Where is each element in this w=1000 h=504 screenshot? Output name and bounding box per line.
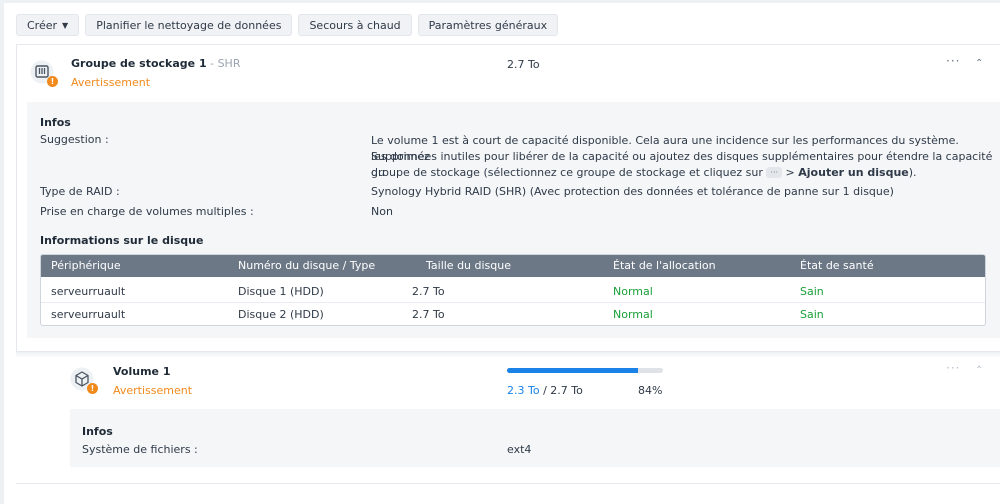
volume-status: Avertissement: [113, 384, 193, 397]
table-cell-device: serveurruault: [51, 308, 126, 321]
table-cell-allocation: Normal: [613, 308, 653, 321]
infos-heading: Infos: [40, 116, 71, 129]
storage-pool-more-icon[interactable]: ···: [946, 54, 960, 68]
file-system-value: ext4: [507, 443, 532, 456]
header-device[interactable]: Périphérique: [51, 259, 121, 272]
volume-usage-fill: [507, 368, 639, 373]
window-left-edge: [0, 0, 4, 504]
volume-infos-heading: Infos: [82, 425, 113, 438]
file-system-label: Système de fichiers :: [82, 443, 198, 456]
create-button[interactable]: Créer ▼: [16, 14, 80, 36]
disk-info-heading: Informations sur le disque: [40, 234, 204, 247]
header-disk-size[interactable]: Taille du disque: [426, 259, 511, 272]
table-cell-health: Sain: [800, 308, 824, 321]
suggestion-line-3: groupe de stockage (sélectionnez ce grou…: [371, 165, 917, 181]
volume-total: 2.7 To: [550, 384, 583, 397]
volume-used: 2.3 To: [507, 384, 540, 397]
table-cell-size: 2.7 To: [412, 308, 445, 321]
raid-type-value: Synology Hybrid RAID (SHR) (Avec protect…: [371, 185, 894, 198]
storage-pool-raid-type: - SHR: [206, 57, 241, 70]
volume-info-area: [70, 409, 1000, 467]
warning-badge-icon: !: [87, 383, 98, 394]
chevron-up-icon[interactable]: ⌃: [975, 58, 983, 69]
suggestion-label: Suggestion :: [40, 133, 109, 146]
table-header: Périphérique Numéro du disque / Type Tai…: [41, 255, 985, 277]
schedule-scrub-button[interactable]: Planifier le nettoyage de données: [85, 14, 293, 36]
storage-pool-capacity: 2.7 To: [507, 58, 540, 71]
volume-more-icon[interactable]: ···: [946, 361, 960, 375]
disk-table: Périphérique Numéro du disque / Type Tai…: [40, 254, 986, 326]
more-actions-icon: ···: [766, 167, 783, 178]
panel-divider: [16, 352, 1000, 358]
storage-pool-title[interactable]: Groupe de stockage 1 - SHR: [71, 57, 240, 70]
section-bottom-border: [16, 483, 1000, 484]
storage-pool-name: Groupe de stockage 1: [71, 57, 207, 70]
table-cell-disk: Disque 2 (HDD): [238, 308, 324, 321]
general-settings-button[interactable]: Paramètres généraux: [417, 14, 559, 36]
suggestion-line-3-text: groupe de stockage (sélectionnez ce grou…: [371, 166, 767, 179]
header-disk-number[interactable]: Numéro du disque / Type: [238, 259, 375, 272]
toolbar: Créer ▼ Planifier le nettoyage de données…: [16, 14, 559, 38]
volume-usage-text: 2.3 To / 2.7 To: [507, 384, 583, 397]
table-cell-health: Sain: [800, 285, 824, 298]
volume-title[interactable]: Volume 1: [113, 365, 170, 378]
table-cell-disk: Disque 1 (HDD): [238, 285, 324, 298]
header-allocation-status[interactable]: État de l'allocation: [613, 259, 716, 272]
chevron-up-icon[interactable]: ⌃: [975, 365, 983, 376]
multi-volume-label: Prise en charge de volumes multiples :: [40, 205, 254, 218]
storage-pool-status: Avertissement: [71, 76, 151, 89]
hot-spare-button[interactable]: Secours à chaud: [298, 14, 412, 36]
volume-usage-separator: /: [539, 384, 551, 397]
create-button-label: Créer: [27, 19, 58, 32]
raid-type-label: Type de RAID :: [40, 185, 120, 198]
table-cell-size: 2.7 To: [412, 285, 445, 298]
window-top-edge: [0, 0, 1000, 3]
row-divider: [41, 302, 985, 303]
table-cell-allocation: Normal: [613, 285, 653, 298]
table-cell-device: serveurruault: [51, 285, 126, 298]
suggestion-arrow: >: [782, 166, 799, 179]
suggestion-line-3-end: ).: [908, 166, 917, 179]
caret-down-icon: ▼: [62, 21, 69, 30]
multi-volume-value: Non: [371, 205, 393, 218]
volume-usage-bar: [507, 368, 663, 373]
warning-badge-icon: !: [47, 76, 58, 87]
header-health-status[interactable]: État de santé: [800, 259, 874, 272]
add-disk-action-text: Ajouter un disque: [798, 166, 909, 179]
volume-usage-percent: 84%: [638, 384, 663, 397]
